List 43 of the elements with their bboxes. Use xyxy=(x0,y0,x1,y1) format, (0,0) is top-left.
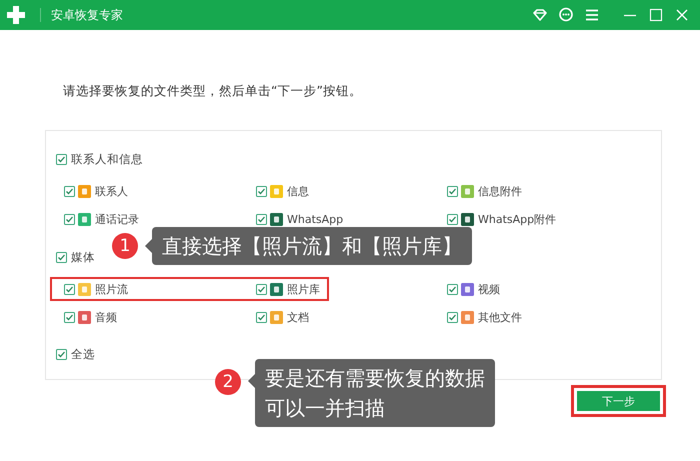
instruction-text: 请选择要恢复的文件类型，然后单击“下一步”按钮。 xyxy=(63,83,363,100)
checkbox-label[interactable]: 联系人和信息 xyxy=(71,152,143,166)
checkbox[interactable] xyxy=(447,284,458,294)
close-icon[interactable] xyxy=(674,7,690,23)
checkbox[interactable] xyxy=(447,186,458,196)
checkbox-label[interactable]: WhatsApp附件 xyxy=(478,212,556,226)
checkbox[interactable] xyxy=(56,348,67,360)
checkbox-label[interactable]: 音频 xyxy=(95,310,117,324)
checkbox-label[interactable]: 通话记录 xyxy=(95,212,139,226)
callout-text: 要是还有需要恢复的数据 xyxy=(265,365,485,392)
checkbox-label[interactable]: 全选 xyxy=(71,346,95,362)
checkbox[interactable] xyxy=(64,284,75,294)
checkbox[interactable] xyxy=(56,154,67,164)
step-badge: 2 xyxy=(215,369,241,395)
checkbox[interactable] xyxy=(256,284,267,294)
checkbox[interactable] xyxy=(447,214,458,224)
chat-icon[interactable] xyxy=(558,7,574,23)
checkbox-label[interactable]: 信息 xyxy=(287,184,309,198)
checkbox-label[interactable]: 文档 xyxy=(287,310,309,324)
checkbox-label[interactable]: 照片流 xyxy=(95,282,128,296)
checkbox[interactable] xyxy=(64,214,75,224)
checkbox[interactable] xyxy=(64,186,75,196)
maximize-icon[interactable] xyxy=(648,7,664,23)
checkbox-label[interactable]: WhatsApp xyxy=(287,212,344,226)
checkbox[interactable] xyxy=(256,186,267,196)
checkbox-label[interactable]: 其他文件 xyxy=(478,310,522,324)
checkbox[interactable] xyxy=(256,312,267,322)
checkbox[interactable] xyxy=(64,312,75,322)
callout-text: 可以一并扫描 xyxy=(265,395,386,422)
callout-text: 直接选择【照片流】和【照片库】 xyxy=(162,233,462,260)
checkbox-label[interactable]: 媒体 xyxy=(71,250,95,264)
checkbox-label[interactable]: 信息附件 xyxy=(478,184,522,198)
diamond-icon[interactable] xyxy=(532,7,548,23)
checkbox[interactable] xyxy=(447,312,458,322)
checkbox[interactable] xyxy=(56,252,67,262)
menu-icon[interactable] xyxy=(584,7,600,23)
checkbox[interactable] xyxy=(256,214,267,224)
checkbox-label[interactable]: 视频 xyxy=(478,282,500,296)
checkbox-label[interactable]: 联系人 xyxy=(95,184,128,198)
window-title: 安卓恢复专家 xyxy=(40,8,123,22)
logo-icon xyxy=(6,5,26,25)
step-badge: 1 xyxy=(112,233,138,259)
checkbox-label[interactable]: 照片库 xyxy=(287,282,320,296)
